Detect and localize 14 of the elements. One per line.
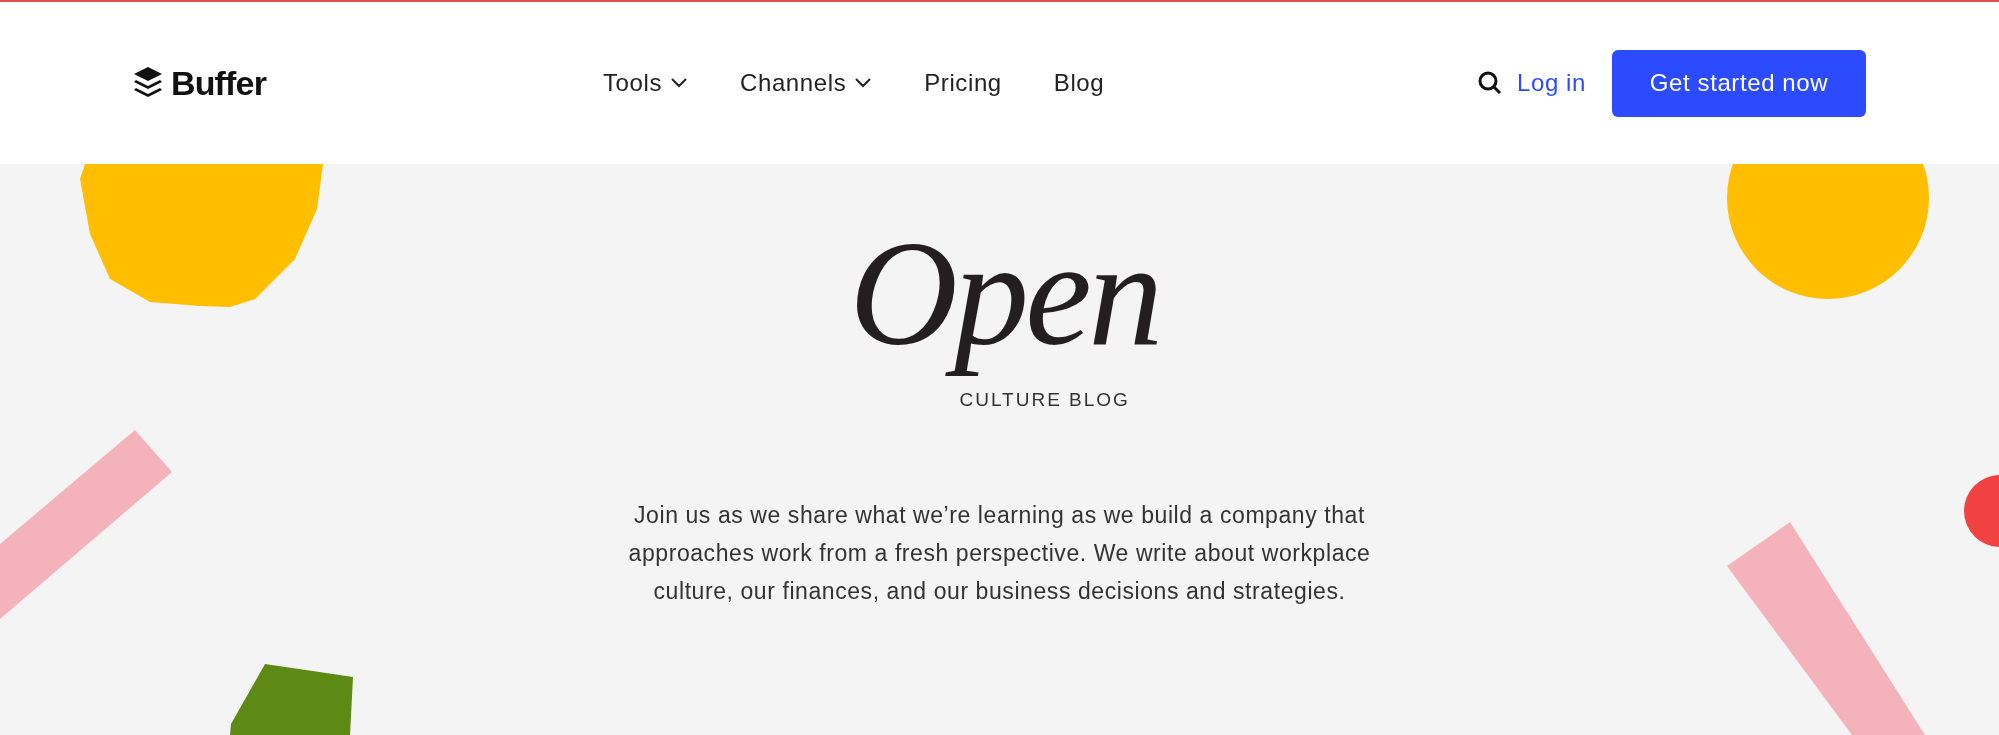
- stacked-layers-icon: [133, 66, 163, 100]
- blog-logo-subtitle: CULTURE BLOG: [959, 388, 1130, 412]
- login-link[interactable]: Log in: [1517, 65, 1586, 101]
- intro-paragraph: Join us as we share what we’re learning as we build a company that approaches work from a fresh perspective. We write about workplace culture, our finances, and our business decisions and strategies.: [627, 501, 1372, 606]
- get-started-button[interactable]: Get started now: [1612, 49, 1866, 117]
- nav-link[interactable]: Blog: [1053, 65, 1105, 101]
- brand-name[interactable]: Buffer: [171, 57, 266, 109]
- chevron-down-icon: [670, 77, 689, 89]
- blog-logo-title: Open: [848, 209, 1161, 378]
- nav-link[interactable]: Channels: [740, 65, 873, 101]
- chevron-down-icon: [854, 77, 873, 89]
- search-icon[interactable]: [1477, 70, 1503, 96]
- nav-link[interactable]: Pricing: [924, 65, 1002, 101]
- nav-link[interactable]: Tools: [603, 65, 689, 101]
